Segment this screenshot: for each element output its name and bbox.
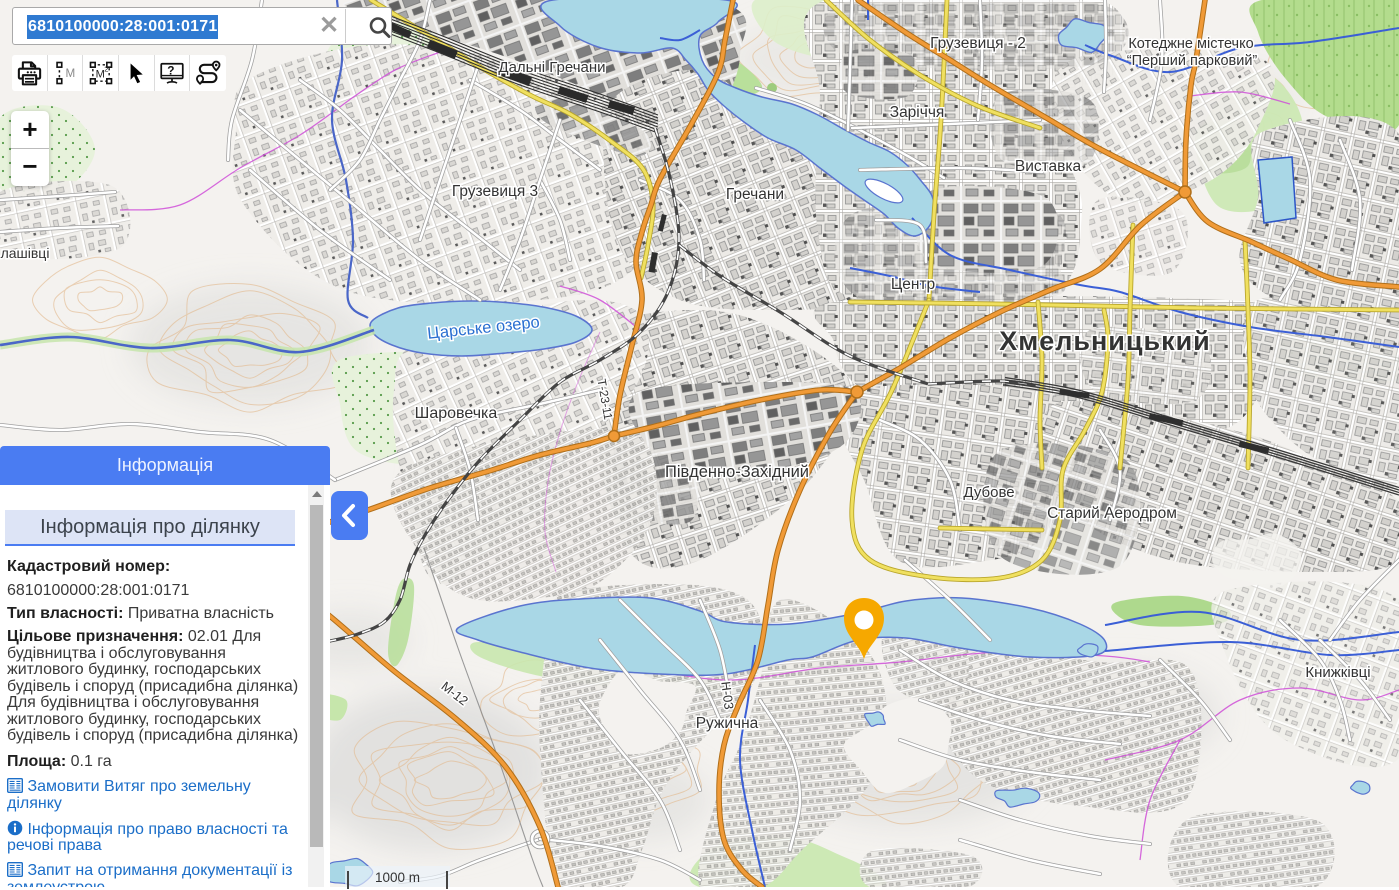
- svg-text:“Перший парковий”: “Перший парковий”: [1127, 53, 1258, 69]
- svg-text:Південно-Західний: Південно-Західний: [665, 463, 809, 481]
- svg-text:Виставка: Виставка: [1015, 158, 1082, 175]
- svg-text:Грузевиця - 2: Грузевиця - 2: [930, 35, 1026, 52]
- svg-text:Дубове: Дубове: [963, 484, 1014, 501]
- svg-text:Шаровечка: Шаровечка: [415, 405, 498, 422]
- svg-text:лашівці: лашівці: [1, 245, 50, 261]
- svg-text:Книжківці: Книжківці: [1305, 664, 1370, 681]
- svg-text:Центр: Центр: [891, 276, 935, 293]
- svg-text:Заріччя: Заріччя: [890, 104, 945, 121]
- svg-text:?: ?: [167, 64, 174, 78]
- svg-text:M: M: [65, 67, 75, 80]
- svg-text:Ружична: Ружична: [696, 715, 759, 732]
- svg-text:Грузевиця 3: Грузевиця 3: [452, 183, 538, 200]
- svg-text:Старий Аеродром: Старий Аеродром: [1047, 505, 1177, 522]
- svg-text:2: 2: [104, 64, 108, 73]
- svg-text:Дальні Гречани: Дальні Гречани: [498, 59, 605, 76]
- svg-text:Хмельницький: Хмельницький: [999, 326, 1211, 356]
- svg-text:Гречани: Гречани: [726, 186, 784, 203]
- svg-text:Котеджне містечко: Котеджне містечко: [1128, 36, 1253, 52]
